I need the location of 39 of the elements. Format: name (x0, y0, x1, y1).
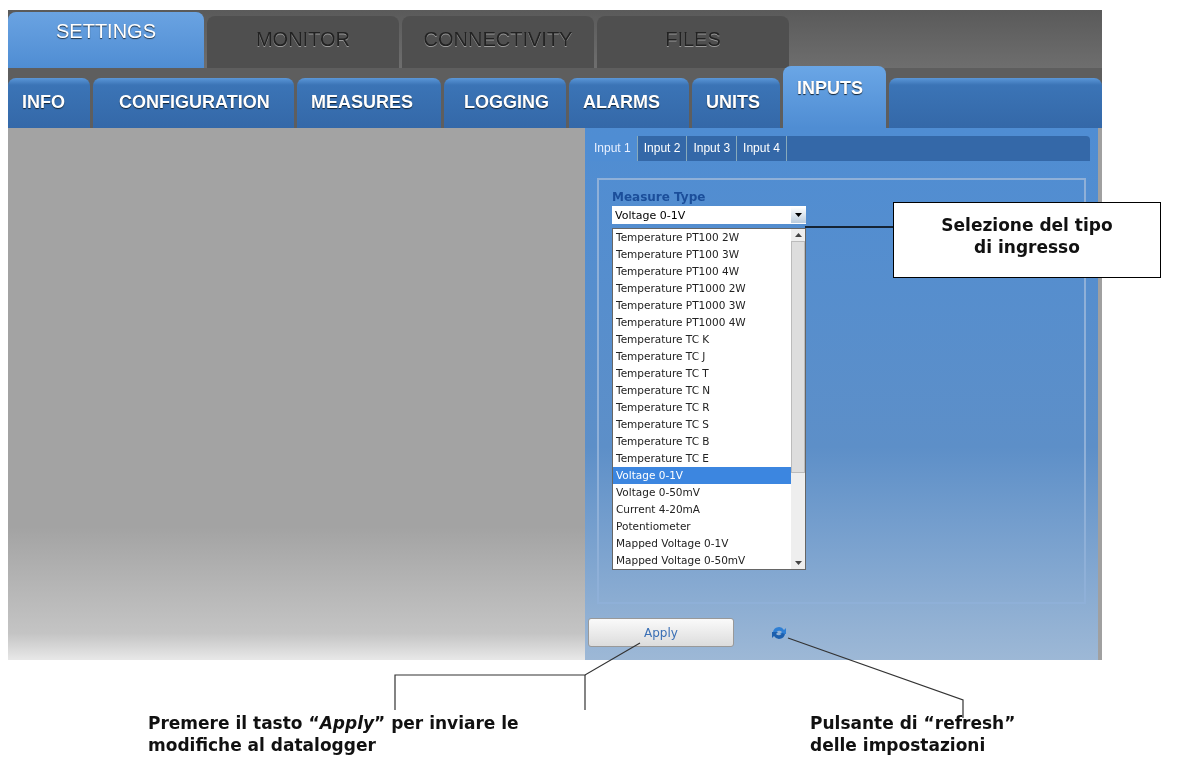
select-value: Voltage 0-1V (614, 208, 687, 222)
sub-tab[interactable]: MEASURES (297, 78, 441, 128)
dropdown-option[interactable]: Temperature PT100 4W (613, 263, 791, 280)
callout-text: Pulsante di “refresh” delle impostazioni (810, 712, 1017, 756)
measure-type-select[interactable]: Voltage 0-1V (612, 206, 806, 224)
sub-tab[interactable]: UNITS (692, 78, 780, 128)
dropdown-option[interactable]: Temperature PT100 3W (613, 246, 791, 263)
scroll-up-icon[interactable] (794, 233, 802, 237)
callout-box: Selezione del tipo di ingresso (893, 202, 1161, 278)
dropdown-option[interactable]: Potentiometer (613, 518, 791, 535)
sub-tab[interactable]: LOGGING (444, 78, 566, 128)
field-label: Measure Type (612, 190, 707, 204)
sub-tab[interactable]: ALARMS (569, 78, 689, 128)
dropdown-option[interactable]: Temperature PT1000 3W (613, 297, 791, 314)
sub-tab[interactable]: CONFIGURATION (93, 78, 294, 128)
apply-button[interactable]: Apply (588, 618, 734, 647)
dropdown-option[interactable]: Temperature TC R (613, 399, 791, 416)
dropdown-option[interactable]: Temperature PT1000 4W (613, 314, 791, 331)
dropdown-option[interactable]: Temperature TC J (613, 348, 791, 365)
scroll-down-icon[interactable] (794, 561, 802, 565)
dropdown-option[interactable]: Temperature TC B (613, 433, 791, 450)
dropdown-option[interactable]: Temperature TC E (613, 450, 791, 467)
input-tab[interactable]: Input 2 (637, 136, 688, 161)
callout-text: Premere il tasto “Apply” per inviare le modifiche al datalogger (148, 712, 520, 756)
input-tab[interactable]: Input 3 (687, 136, 738, 161)
dropdown-option[interactable]: Temperature PT1000 2W (613, 280, 791, 297)
dropdown-option[interactable]: Temperature TC T (613, 365, 791, 382)
sub-tab[interactable]: INFO (8, 78, 90, 128)
dropdown-option[interactable]: Temperature TC K (613, 331, 791, 348)
dropdown-option[interactable]: Voltage 0-1V (613, 467, 791, 484)
dropdown-option[interactable]: Current 4-20mA (613, 501, 791, 518)
dropdown-option[interactable]: Temperature PT100 2W (613, 229, 791, 246)
dropdown-option[interactable]: Mapped Voltage 0-50mV (613, 552, 791, 569)
dropdown-option[interactable]: Voltage 0-50mV (613, 484, 791, 501)
dropdown-option[interactable]: Temperature TC S (613, 416, 791, 433)
input-tab[interactable]: Input 4 (737, 136, 787, 161)
dropdown-option[interactable]: Mapped Voltage 0-1V (613, 535, 791, 552)
scrollbar[interactable] (791, 229, 805, 569)
dropdown-option[interactable]: Temperature TC N (613, 382, 791, 399)
